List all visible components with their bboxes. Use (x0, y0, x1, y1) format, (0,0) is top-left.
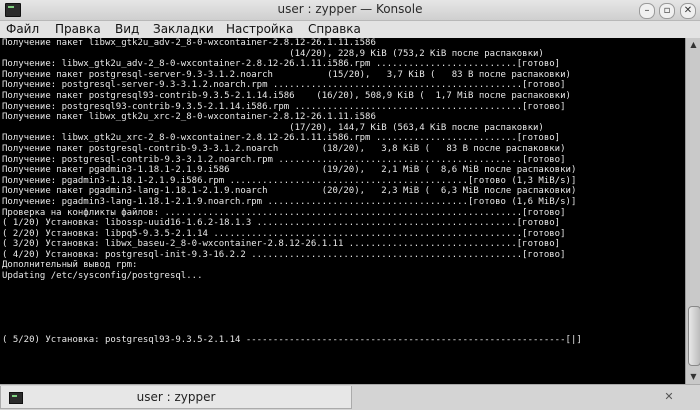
terminal-line: Получение: postgresql-contrib-9.3-3.1.2.… (2, 154, 566, 165)
menu-edit[interactable]: Правка (55, 22, 101, 36)
tab-label: user : zypper (136, 390, 216, 404)
title-bar[interactable]: user : zypper — Konsole – ▫ ✕ (0, 0, 700, 21)
terminal-line: Проверка на конфликты файлов: ..........… (2, 207, 566, 218)
terminal-line: Получение: libwx_gtk2u_adv-2_8-0-wxconta… (2, 59, 561, 70)
terminal-line: Получение: postgresql-server-9.3-3.1.2.n… (2, 80, 566, 91)
terminal-line: Получение: pgadmin3-lang-1.18.1-2.1.9.no… (2, 196, 577, 207)
menu-bar: Файл Правка Вид Закладки Настройка Справ… (0, 21, 700, 38)
menu-view[interactable]: Вид (115, 22, 139, 36)
scroll-down-icon[interactable]: ▼ (687, 371, 700, 383)
terminal-line: Получение: pgadmin3-1.18.1-2.1.9.i586.rp… (2, 175, 577, 186)
terminal-line: Updating /etc/sysconfig/postgresql... (2, 271, 203, 282)
terminal-line: ( 2/20) Установка: libpq5-9.3.5-2.1.14 .… (2, 228, 566, 239)
terminal-line: Получение пакет pgadmin3-lang-1.18.1-2.1… (2, 186, 577, 197)
terminal-output[interactable]: Получение пакет libwx_gtk2u_adv-2_8-0-wx… (0, 38, 685, 384)
menu-bookmarks[interactable]: Закладки (153, 22, 214, 36)
terminal-line: (14/20), 228,9 KiB (753,2 KiB после расп… (2, 48, 544, 59)
terminal-line: Получение: libwx_gtk2u_xrc-2_8-0-wxconta… (2, 133, 561, 144)
terminal-line: Получение пакет pgadmin3-1.18.1-2.1.9.i5… (2, 165, 577, 176)
menu-file[interactable]: Файл (6, 22, 39, 36)
minimize-button[interactable]: – (639, 3, 655, 19)
menu-help[interactable]: Справка (308, 22, 361, 36)
scroll-up-icon[interactable]: ▲ (687, 39, 700, 51)
terminal-line: Получение пакет postgresql-contrib-9.3-3… (2, 143, 566, 154)
terminal-line: Дополнительный вывод rpm: (2, 260, 138, 271)
tab-user-zypper[interactable]: user : zypper (0, 386, 352, 409)
scrollbar-thumb[interactable] (688, 306, 700, 366)
terminal-line: Получение пакет postgresql-server-9.3-3.… (2, 69, 571, 80)
menu-settings[interactable]: Настройка (226, 22, 293, 36)
terminal-line: (17/20), 144,7 KiB (563,4 KiB после расп… (2, 122, 544, 133)
terminal-line: Получение пакет libwx_gtk2u_adv-2_8-0-wx… (2, 38, 376, 48)
terminal-line: ( 4/20) Установка: postgresql-init-9.3-1… (2, 249, 566, 260)
terminal-line: Получение пакет libwx_gtk2u_xrc-2_8-0-wx… (2, 112, 376, 123)
window-title: user : zypper — Konsole (277, 2, 423, 16)
vertical-scrollbar[interactable]: ▲ ▼ (685, 38, 700, 384)
tab-bar: user : zypper ✕ (0, 384, 700, 410)
terminal-line: ( 1/20) Установка: libossp-uuid16-1.6.2-… (2, 218, 561, 229)
close-tab-icon[interactable]: ✕ (662, 390, 676, 404)
terminal-line: Получение пакет postgresql93-contrib-9.3… (2, 90, 571, 101)
terminal-line: ( 3/20) Установка: libwx_baseu-2_8-0-wxc… (2, 239, 561, 250)
terminal-line: ( 5/20) Установка: postgresql93-9.3.5-2.… (2, 334, 582, 345)
maximize-button[interactable]: ▫ (659, 3, 675, 19)
close-window-button[interactable]: ✕ (680, 3, 696, 19)
terminal-line: Получение: postgresql93-contrib-9.3.5-2.… (2, 101, 566, 112)
